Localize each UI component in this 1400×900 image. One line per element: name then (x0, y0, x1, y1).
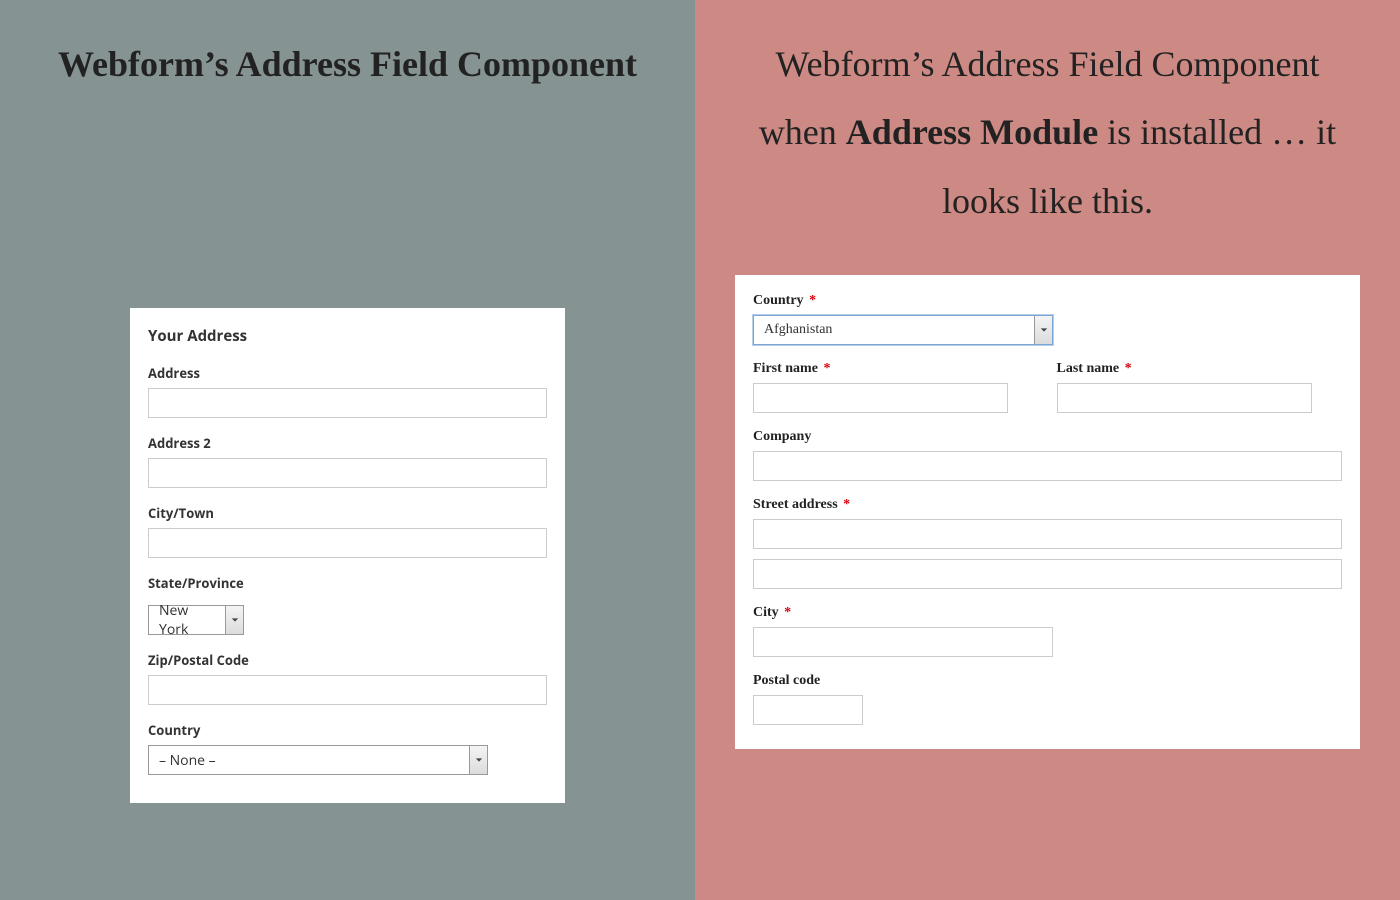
country-label-r: Country * (753, 293, 1342, 309)
required-asterisk: * (809, 293, 816, 308)
field-street2 (753, 559, 1342, 589)
address2-label: Address 2 (148, 434, 547, 452)
zip-label: Zip/Postal Code (148, 651, 547, 669)
field-city: City/Town (148, 504, 547, 558)
address-form-module: Country * Afghanistan First name * Last … (735, 275, 1360, 749)
field-country: Country – None – (148, 721, 547, 775)
form-title: Your Address (148, 326, 547, 346)
country-value-r: Afghanistan (754, 316, 1034, 344)
panel-basic-address: Webform’s Address Field Component Your A… (0, 0, 695, 900)
required-asterisk: * (843, 497, 850, 512)
address-form-basic: Your Address Address Address 2 City/Town… (130, 308, 565, 803)
address-input[interactable] (148, 388, 547, 418)
city-input[interactable] (148, 528, 547, 558)
comparison-container: Webform’s Address Field Component Your A… (0, 0, 1400, 900)
state-value: New York (149, 606, 225, 634)
headline-right-bold: Address Module (846, 112, 1098, 152)
postal-label: Postal code (753, 673, 1342, 689)
firstname-label: First name * (753, 361, 1039, 377)
field-country-r: Country * Afghanistan (753, 293, 1342, 345)
street-input-2[interactable] (753, 559, 1342, 589)
state-label: State/Province (148, 574, 547, 592)
street-label: Street address * (753, 497, 1342, 513)
lastname-label: Last name * (1057, 361, 1343, 377)
required-asterisk: * (823, 361, 830, 376)
chevron-down-icon (225, 606, 243, 634)
field-address2: Address 2 (148, 434, 547, 488)
address2-input[interactable] (148, 458, 547, 488)
field-zip: Zip/Postal Code (148, 651, 547, 705)
name-row: First name * Last name * (753, 361, 1342, 429)
city-label-r: City * (753, 605, 1342, 621)
headline-right: Webform’s Address Field Component when A… (735, 30, 1360, 235)
company-label: Company (753, 429, 1342, 445)
field-city-r: City * (753, 605, 1342, 657)
field-lastname: Last name * (1057, 361, 1343, 413)
chevron-down-icon (469, 746, 487, 774)
city-input-r[interactable] (753, 627, 1053, 657)
country-select-r[interactable]: Afghanistan (753, 315, 1053, 345)
zip-input[interactable] (148, 675, 547, 705)
state-select[interactable]: New York (148, 605, 244, 635)
lastname-input[interactable] (1057, 383, 1312, 413)
headline-left: Webform’s Address Field Component (40, 30, 655, 98)
field-postal: Postal code (753, 673, 1342, 725)
country-label: Country (148, 721, 547, 739)
panel-address-module: Webform’s Address Field Component when A… (695, 0, 1400, 900)
field-firstname: First name * (753, 361, 1039, 413)
field-street1: Street address * (753, 497, 1342, 549)
required-asterisk: * (1125, 361, 1132, 376)
field-address: Address (148, 364, 547, 418)
country-value: – None – (149, 746, 469, 774)
postal-input[interactable] (753, 695, 863, 725)
company-input[interactable] (753, 451, 1342, 481)
chevron-down-icon (1034, 316, 1052, 344)
field-company: Company (753, 429, 1342, 481)
field-state: State/Province New York (148, 574, 547, 635)
address-label: Address (148, 364, 547, 382)
country-select[interactable]: – None – (148, 745, 488, 775)
firstname-input[interactable] (753, 383, 1008, 413)
city-label: City/Town (148, 504, 547, 522)
street-input-1[interactable] (753, 519, 1342, 549)
required-asterisk: * (784, 605, 791, 620)
